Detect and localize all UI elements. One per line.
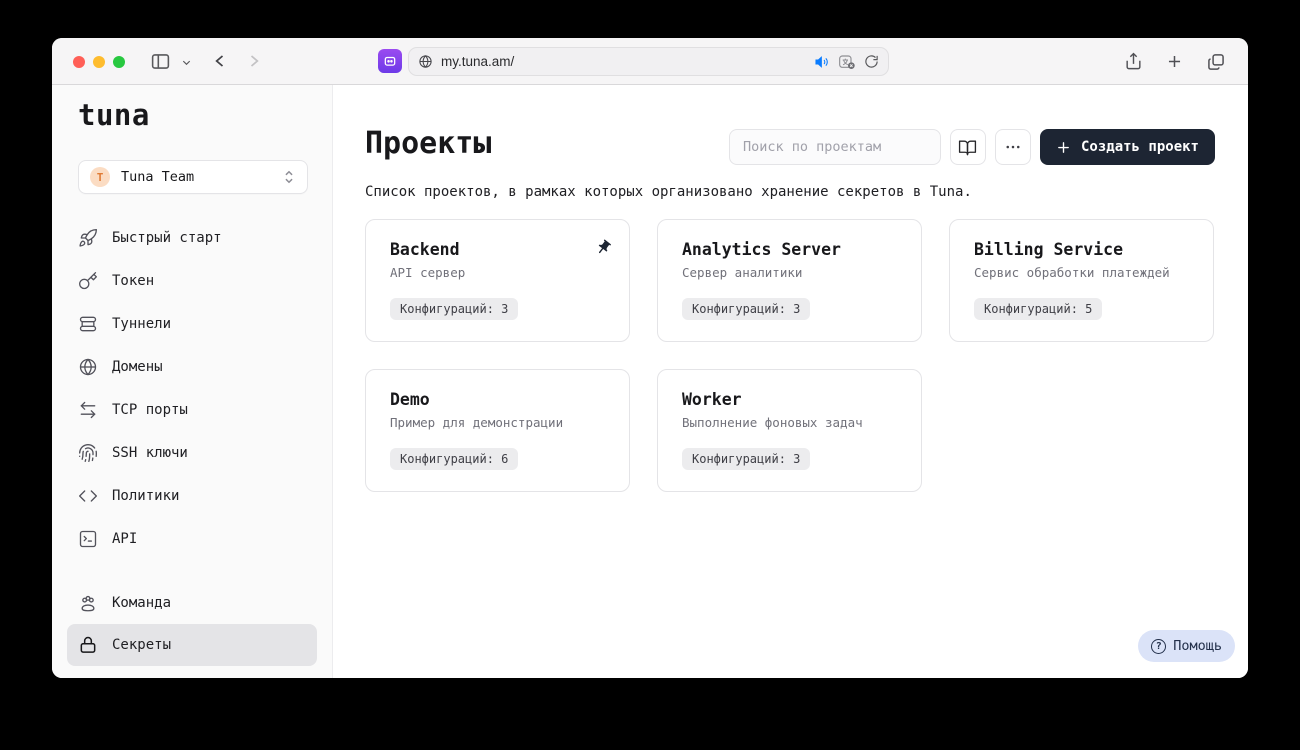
sidebar-item-label: Быстрый старт xyxy=(112,229,222,246)
screenshot-stage: my.tuna.am/ tuna T Tuna Team Быстрый ста… xyxy=(0,0,1300,750)
sidebar-item-api[interactable]: API xyxy=(52,517,332,560)
main-content: Проекты Поиск по проектам Создать проект… xyxy=(333,85,1248,678)
browser-toolbar: my.tuna.am/ xyxy=(52,38,1248,85)
lock-icon xyxy=(78,635,98,655)
tcp-ports-icon xyxy=(78,400,98,420)
key-icon xyxy=(78,271,98,291)
book-open-icon xyxy=(958,138,977,157)
project-card-worker[interactable]: Worker Выполнение фоновых задач Конфигур… xyxy=(657,369,922,492)
sidebar-toggle-icon[interactable] xyxy=(150,51,171,72)
project-title: Worker xyxy=(682,390,742,409)
header-controls: Создать проект xyxy=(728,129,1215,165)
configs-badge: Конфигураций: 3 xyxy=(682,298,811,320)
help-button[interactable]: ? Помощь xyxy=(1138,630,1235,662)
sidebar: tuna T Tuna Team Быстрый старт Токен Тун… xyxy=(52,85,333,678)
sidebar-item-label: API xyxy=(112,530,138,547)
team-icon xyxy=(78,593,98,613)
sidebar-item-domains[interactable]: Домены xyxy=(52,345,332,388)
globe-site-icon xyxy=(418,54,433,69)
sidebar-item-secrets[interactable]: Секреты xyxy=(67,624,317,666)
configs-badge: Конфигураций: 6 xyxy=(390,448,519,470)
translate-unavailable-icon[interactable] xyxy=(838,54,856,70)
tunnels-icon xyxy=(78,314,98,334)
chevron-down-icon[interactable] xyxy=(181,57,192,68)
project-card-analytics-server[interactable]: Analytics Server Сервер аналитики Конфиг… xyxy=(657,219,922,342)
configs-badge: Конфигураций: 5 xyxy=(974,298,1103,320)
create-project-label: Создать проект xyxy=(1080,139,1199,155)
sidebar-item-label: TCP порты xyxy=(112,401,188,418)
question-circle-icon: ? xyxy=(1151,638,1167,654)
reload-icon[interactable] xyxy=(864,54,879,69)
code-icon xyxy=(78,486,98,506)
team-name: Tuna Team xyxy=(121,169,195,185)
projects-search-input[interactable] xyxy=(728,129,941,165)
new-tab-icon[interactable] xyxy=(1165,52,1184,71)
close-window-button[interactable] xyxy=(73,56,85,68)
url-text[interactable]: my.tuna.am/ xyxy=(441,54,806,69)
create-project-button[interactable]: Создать проект xyxy=(1039,129,1215,165)
project-description: Сервис обработки платеждей xyxy=(974,265,1170,280)
team-avatar: T xyxy=(90,167,110,187)
team-selector[interactable]: T Tuna Team xyxy=(78,160,308,194)
project-title: Analytics Server xyxy=(682,240,841,259)
sidebar-item-token[interactable]: Токен xyxy=(52,259,332,302)
projects-grid: Backend API сервер Конфигураций: 3 Analy… xyxy=(365,219,1215,492)
sidebar-bottom-nav: Команда Секреты xyxy=(67,582,317,666)
project-card-demo[interactable]: Demo Пример для демонстрации Конфигураци… xyxy=(365,369,630,492)
app-logo: tuna xyxy=(78,98,150,132)
url-bar[interactable]: my.tuna.am/ xyxy=(408,47,889,76)
sidebar-item-label: Домены xyxy=(112,358,163,375)
sidebar-item-label: Команда xyxy=(112,595,172,611)
sidebar-item-tcp-ports[interactable]: TCP порты xyxy=(52,388,332,431)
project-description: Выполнение фоновых задач xyxy=(682,415,863,430)
minimize-window-button[interactable] xyxy=(93,56,105,68)
terminal-icon xyxy=(78,529,98,549)
project-title: Demo xyxy=(390,390,430,409)
sidebar-item-label: Секреты xyxy=(112,637,172,653)
pin-icon[interactable] xyxy=(595,239,612,256)
project-title: Backend xyxy=(390,240,460,259)
tab-overview-icon[interactable] xyxy=(1206,52,1226,72)
project-description: Пример для демонстрации xyxy=(390,415,564,430)
project-description: Сервер аналитики xyxy=(682,265,803,280)
project-card-billing-service[interactable]: Billing Service Сервис обработки платежд… xyxy=(949,219,1214,342)
sidebar-item-ssh-keys[interactable]: SSH ключи xyxy=(52,431,332,474)
help-label: Помощь xyxy=(1173,638,1222,654)
plus-icon xyxy=(1056,140,1071,155)
sidebar-item-label: SSH ключи xyxy=(112,444,188,461)
sidebar-item-quick-start[interactable]: Быстрый старт xyxy=(52,216,332,259)
globe-icon xyxy=(78,357,98,377)
sidebar-item-label: Токен xyxy=(112,272,155,289)
rocket-icon xyxy=(78,228,98,248)
project-card-backend[interactable]: Backend API сервер Конфигураций: 3 xyxy=(365,219,630,342)
back-icon[interactable] xyxy=(210,51,230,71)
browser-window: my.tuna.am/ tuna T Tuna Team Быстрый ста… xyxy=(52,38,1248,678)
sidebar-item-tunnels[interactable]: Туннели xyxy=(52,302,332,345)
traffic-lights xyxy=(73,56,125,68)
extension-icon[interactable] xyxy=(378,49,402,73)
sidebar-item-team[interactable]: Команда xyxy=(67,582,317,624)
project-description: API сервер xyxy=(390,265,466,280)
zoom-window-button[interactable] xyxy=(113,56,125,68)
app-body: tuna T Tuna Team Быстрый старт Токен Тун… xyxy=(52,85,1248,678)
fingerprint-icon xyxy=(78,443,98,463)
forward-icon[interactable] xyxy=(244,51,264,71)
audio-playing-icon[interactable] xyxy=(814,54,830,70)
ellipsis-icon xyxy=(1004,138,1022,156)
configs-badge: Конфигураций: 3 xyxy=(682,448,811,470)
sidebar-item-label: Туннели xyxy=(112,315,172,332)
configs-badge: Конфигураций: 3 xyxy=(390,298,519,320)
page-subtitle: Список проектов, в рамках которых органи… xyxy=(365,184,972,200)
docs-button[interactable] xyxy=(949,129,986,165)
more-actions-button[interactable] xyxy=(994,129,1031,165)
sidebar-item-policies[interactable]: Политики xyxy=(52,474,332,517)
sidebar-item-label: Политики xyxy=(112,487,180,504)
share-icon[interactable] xyxy=(1124,51,1143,72)
sidebar-nav: Быстрый старт Токен Туннели Домены TCP п… xyxy=(52,216,332,560)
chevron-up-down-icon xyxy=(282,169,296,185)
project-title: Billing Service xyxy=(974,240,1124,259)
